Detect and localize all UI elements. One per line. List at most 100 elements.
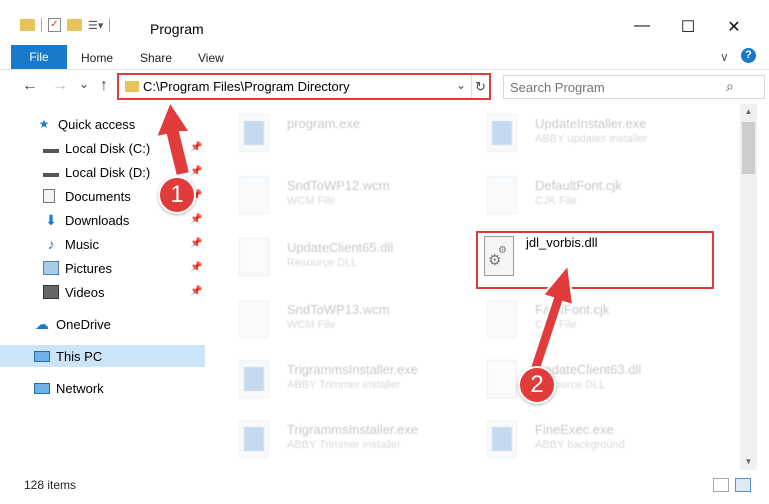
status-bar: 128 items [0,472,769,504]
sidebar-item-label: Pictures [65,260,112,276]
list-item[interactable]: FineExec.exe ABBY background [461,410,701,466]
file-name: TrigrammsInstaller.exe [287,362,418,377]
file-type: WCM File [287,195,336,207]
document-file-icon [487,300,517,338]
address-bar[interactable]: C:\Program Files\Program Directory ⌄ ↻ [117,73,491,100]
list-item[interactable]: UpdateInstaller.exe ABBY updates install… [461,104,701,160]
help-icon[interactable]: ? [741,48,756,63]
file-name: UpdateInstaller.exe [535,116,647,131]
close-button[interactable]: ✕ [719,17,749,37]
sidebar-item-pictures[interactable]: Pictures 📌 [0,257,205,279]
search-input[interactable] [510,79,730,95]
file-name: SndToWP12.wcm [287,178,390,193]
sidebar-item-label: OneDrive [56,316,111,332]
list-item[interactable]: DefaultFont.cjk CJK File [461,166,701,222]
sidebar-item-onedrive[interactable]: ☁ OneDrive [0,313,205,335]
step-badge-1: 1 [158,176,196,214]
dll-file-icon [487,360,517,398]
videos-icon [43,285,59,299]
list-item[interactable]: UpdateClient63.dll Resource DLL [461,350,701,406]
sidebar-item-network[interactable]: Network [0,377,205,399]
expand-ribbon-icon[interactable]: ∨ [720,50,729,64]
sidebar-item-music[interactable]: ♪ Music 📌 [0,233,205,255]
sidebar-item-this-pc[interactable]: This PC [0,345,205,367]
network-icon [34,382,50,394]
sidebar-item-label: Downloads [65,212,130,228]
customize-icon[interactable]: ☰▾ [88,19,103,32]
pin-icon: 📌 [190,142,203,153]
sidebar-item-local-disk-c[interactable]: Local Disk (C:) 📌 [0,137,205,159]
file-name: TrigrammsInstaller.exe [287,422,418,437]
scroll-thumb[interactable] [742,122,755,174]
sidebar-item-label: Documents [65,188,131,204]
pin-icon: 📌 [190,214,203,225]
window-title: Program [150,21,204,37]
list-item[interactable]: TrigrammsInstaller.exe ABBY Trimmer inst… [213,350,453,406]
details-view-icon[interactable] [713,478,729,492]
tab-file[interactable]: File [11,45,67,69]
file-type: ABBY Trimmer installer [287,379,401,391]
navigation-pane: ★ Quick access Local Disk (C:) 📌 Local D… [0,104,205,470]
tab-home[interactable]: Home [81,51,113,65]
maximize-button[interactable]: ☐ [673,17,703,37]
document-file-icon [239,300,269,338]
file-type: CJK File [535,319,577,331]
up-button[interactable]: ↑ [92,77,116,95]
list-item[interactable]: TrigrammsInstaller.exe ABBY Trimmer inst… [213,410,453,466]
list-item[interactable]: program.exe [213,104,453,160]
pin-icon: 📌 [190,262,203,273]
folder-icon[interactable] [20,19,35,31]
file-name: FaultFont.cjk [535,302,610,317]
downloads-icon: ⬇ [45,212,57,228]
list-item[interactable]: UpdateClient65.dll Resource DLL [213,228,453,284]
title-bar: ✓ ☰▾ Program — ☐ ✕ [0,0,769,44]
refresh-icon[interactable]: ↻ [471,75,489,98]
vertical-scrollbar[interactable]: ▲ ▼ [740,104,757,470]
folder-icon [125,81,139,92]
sidebar-item-label: Local Disk (D:) [65,164,151,180]
search-box[interactable]: ⌕ [503,75,765,99]
exe-file-icon [487,114,517,152]
sidebar-item-quick-access[interactable]: ★ Quick access [0,113,205,135]
file-name: UpdateClient65.dll [287,240,394,255]
new-folder-icon[interactable] [67,19,82,31]
dll-file-icon[interactable]: ⚙ ⚙ [484,236,514,276]
gear-icon: ⚙ [498,245,507,256]
drive-icon [43,143,59,153]
list-item[interactable]: SndToWP13.wcm WCM File [213,290,453,346]
step-badge-2: 2 [518,366,556,404]
list-item[interactable]: FaultFont.cjk CJK File [461,290,701,346]
back-button[interactable]: ← [18,77,42,95]
sidebar-item-label: Videos [65,284,105,300]
sidebar-item-videos[interactable]: Videos 📌 [0,281,205,303]
highlighted-file-name[interactable]: jdl_vorbis.dll [526,235,598,250]
sidebar-item-label: This PC [56,348,103,364]
cloud-icon: ☁ [35,316,49,332]
pictures-icon [43,261,59,275]
minimize-button[interactable]: — [627,17,657,35]
address-dropdown-icon[interactable]: ⌄ [456,78,466,92]
properties-icon[interactable]: ✓ [48,18,61,32]
search-icon[interactable]: ⌕ [726,78,734,95]
forward-button[interactable]: → [48,77,72,95]
tab-view[interactable]: View [198,51,224,65]
scroll-up-icon[interactable]: ▲ [740,104,757,120]
item-count: 128 items [24,478,77,492]
exe-file-icon [487,420,517,458]
scroll-down-icon[interactable]: ▼ [740,454,757,470]
ribbon: File Home Share View ∨ [0,44,769,70]
file-type: Resource DLL [287,257,358,269]
sidebar-item-label: Network [56,380,104,396]
quick-access-toolbar: ✓ ☰▾ [20,18,111,32]
separator [41,18,42,32]
file-name: program.exe [287,116,360,131]
large-icons-view-icon[interactable] [735,478,751,492]
pin-icon: 📌 [190,286,203,297]
address-path[interactable]: C:\Program Files\Program Directory [143,79,350,94]
file-type: ABBY Trimmer installer [287,439,401,451]
exe-file-icon [239,360,269,398]
list-item[interactable]: SndToWP12.wcm WCM File [213,166,453,222]
file-type: CJK File [535,195,577,207]
tab-share[interactable]: Share [140,51,172,65]
file-name: SndToWP13.wcm [287,302,390,317]
